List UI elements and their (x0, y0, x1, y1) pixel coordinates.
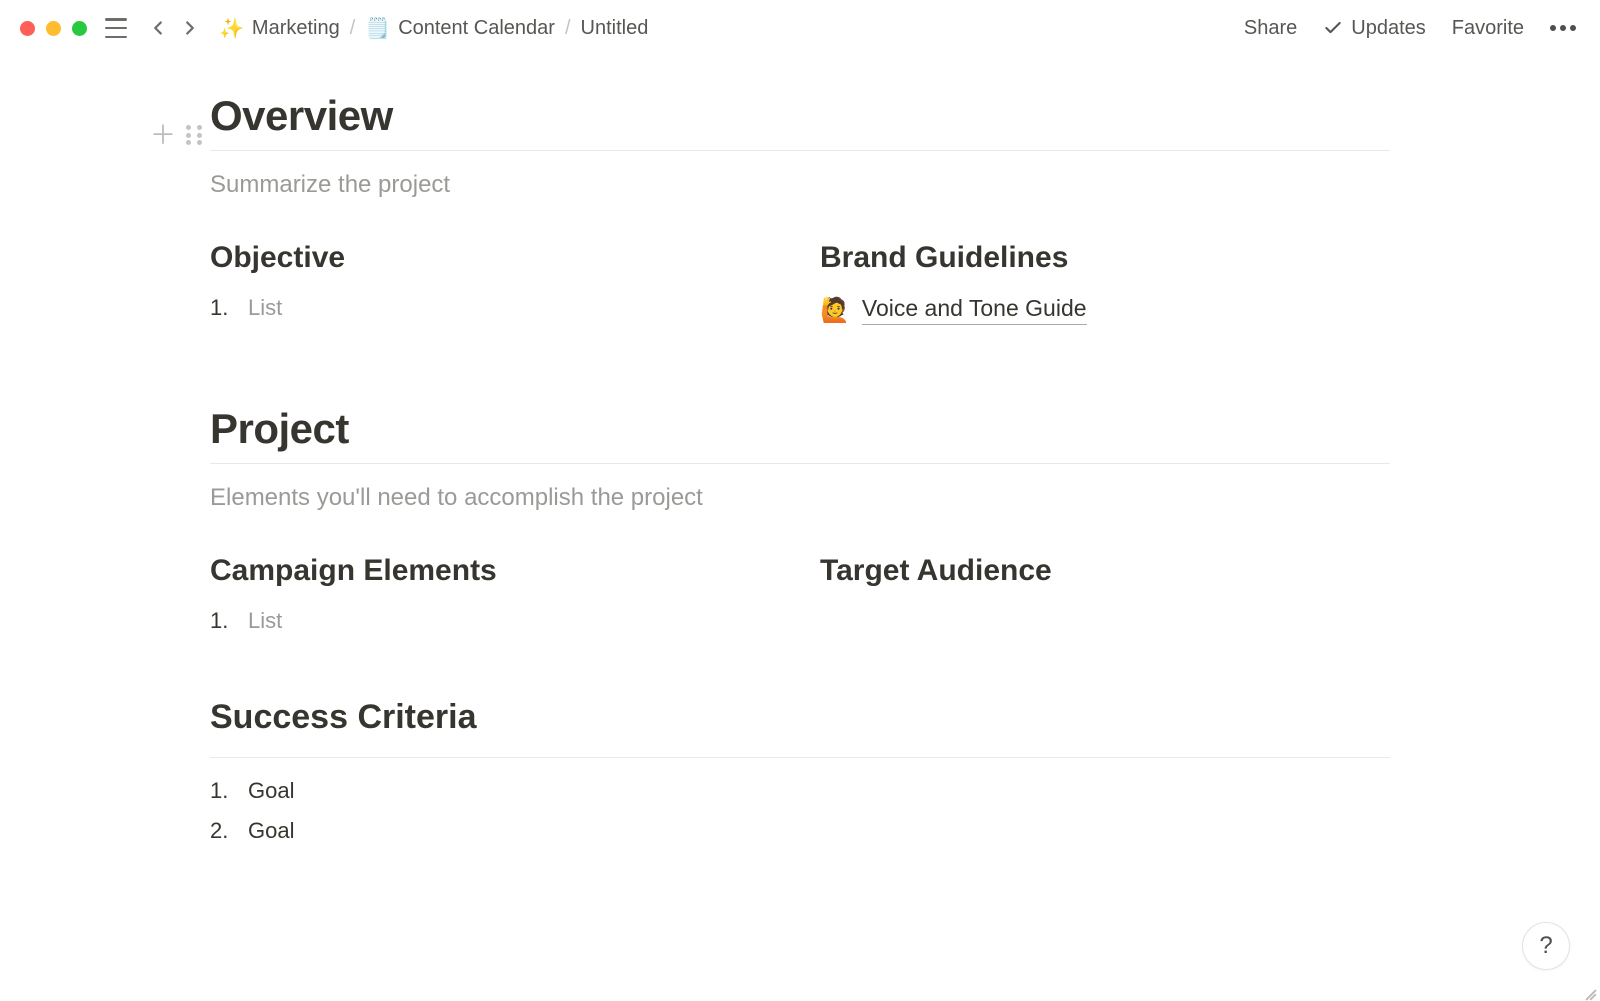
breadcrumb-separator: / (350, 17, 356, 40)
notepad-icon: 🗒️ (365, 16, 390, 41)
list-number: 2. (210, 818, 234, 844)
list-item[interactable]: 2. Goal (210, 818, 1390, 844)
voice-and-tone-link[interactable]: Voice and Tone Guide (862, 295, 1087, 325)
project-right-column: Target Audience (820, 554, 1390, 648)
breadcrumb: ✨ Marketing / 🗒️ Content Calendar / Unti… (219, 16, 648, 41)
campaign-elements-heading[interactable]: Campaign Elements (210, 554, 780, 588)
more-menu-button[interactable] (1550, 25, 1576, 31)
drag-handle-icon[interactable] (186, 125, 202, 145)
overview-subtitle[interactable]: Summarize the project (210, 171, 1390, 199)
add-block-button[interactable]: ＋ (150, 122, 176, 148)
breadcrumb-label: Untitled (581, 17, 649, 40)
project-columns: Campaign Elements 1. List Target Audienc… (210, 554, 1390, 648)
sidebar-toggle-icon[interactable] (105, 18, 127, 38)
section-divider (210, 463, 1390, 464)
top-actions: Share Updates Favorite (1244, 17, 1576, 40)
breadcrumb-item-content-calendar[interactable]: 🗒️ Content Calendar (365, 16, 555, 41)
updates-button[interactable]: Updates (1323, 17, 1426, 40)
topbar: ✨ Marketing / 🗒️ Content Calendar / Unti… (0, 0, 1600, 56)
section-divider (210, 150, 1390, 151)
sparkles-icon: ✨ (219, 16, 244, 41)
section-divider (210, 757, 1390, 758)
nav-forward-button[interactable] (177, 15, 203, 41)
overview-right-column: Brand Guidelines 🙋 Voice and Tone Guide (820, 241, 1390, 335)
list-item-text: Goal (248, 778, 294, 804)
favorite-button[interactable]: Favorite (1452, 17, 1524, 40)
share-label: Share (1244, 17, 1297, 40)
check-icon (1323, 18, 1343, 38)
target-audience-heading[interactable]: Target Audience (820, 554, 1390, 588)
overview-columns: Objective 1. List Brand Guidelines 🙋 Voi… (210, 241, 1390, 335)
list-item[interactable]: 1. Goal (210, 778, 1390, 804)
list-item-text: List (248, 295, 282, 321)
share-button[interactable]: Share (1244, 17, 1297, 40)
list-item[interactable]: 1. List (210, 608, 780, 634)
breadcrumb-item-current[interactable]: Untitled (581, 17, 649, 40)
person-raising-hand-icon: 🙋 (820, 296, 850, 325)
overview-left-column: Objective 1. List (210, 241, 780, 335)
breadcrumb-label: Content Calendar (398, 17, 555, 40)
linked-page: 🙋 Voice and Tone Guide (820, 295, 1390, 325)
help-button[interactable]: ? (1522, 922, 1570, 970)
favorite-label: Favorite (1452, 17, 1524, 40)
list-number: 1. (210, 295, 234, 321)
help-icon: ? (1539, 932, 1552, 960)
objective-heading[interactable]: Objective (210, 241, 780, 275)
success-criteria-list: 1. Goal 2. Goal (210, 778, 1390, 844)
breadcrumb-item-marketing[interactable]: ✨ Marketing (219, 16, 340, 41)
list-item[interactable]: 1. List (210, 295, 780, 321)
updates-label: Updates (1351, 17, 1426, 40)
page-content: ＋ Overview Summarize the project Objecti… (210, 56, 1390, 844)
close-window-button[interactable] (20, 21, 35, 36)
minimize-window-button[interactable] (46, 21, 61, 36)
success-criteria-heading[interactable]: Success Criteria (210, 698, 1390, 737)
brand-guidelines-heading[interactable]: Brand Guidelines (820, 241, 1390, 275)
block-handles: ＋ (150, 122, 202, 148)
list-number: 1. (210, 608, 234, 634)
nav-back-button[interactable] (145, 15, 171, 41)
project-left-column: Campaign Elements 1. List (210, 554, 780, 648)
objective-list: 1. List (210, 295, 780, 321)
breadcrumb-separator: / (565, 17, 571, 40)
campaign-elements-list: 1. List (210, 608, 780, 634)
list-number: 1. (210, 778, 234, 804)
breadcrumb-label: Marketing (252, 17, 340, 40)
project-heading[interactable]: Project (210, 405, 1390, 453)
resize-corner-icon (1584, 984, 1598, 998)
list-item-text: Goal (248, 818, 294, 844)
zoom-window-button[interactable] (72, 21, 87, 36)
list-item-text: List (248, 608, 282, 634)
overview-heading[interactable]: Overview (210, 92, 1390, 140)
project-subtitle[interactable]: Elements you'll need to accomplish the p… (210, 484, 1390, 512)
window-controls (20, 21, 87, 36)
